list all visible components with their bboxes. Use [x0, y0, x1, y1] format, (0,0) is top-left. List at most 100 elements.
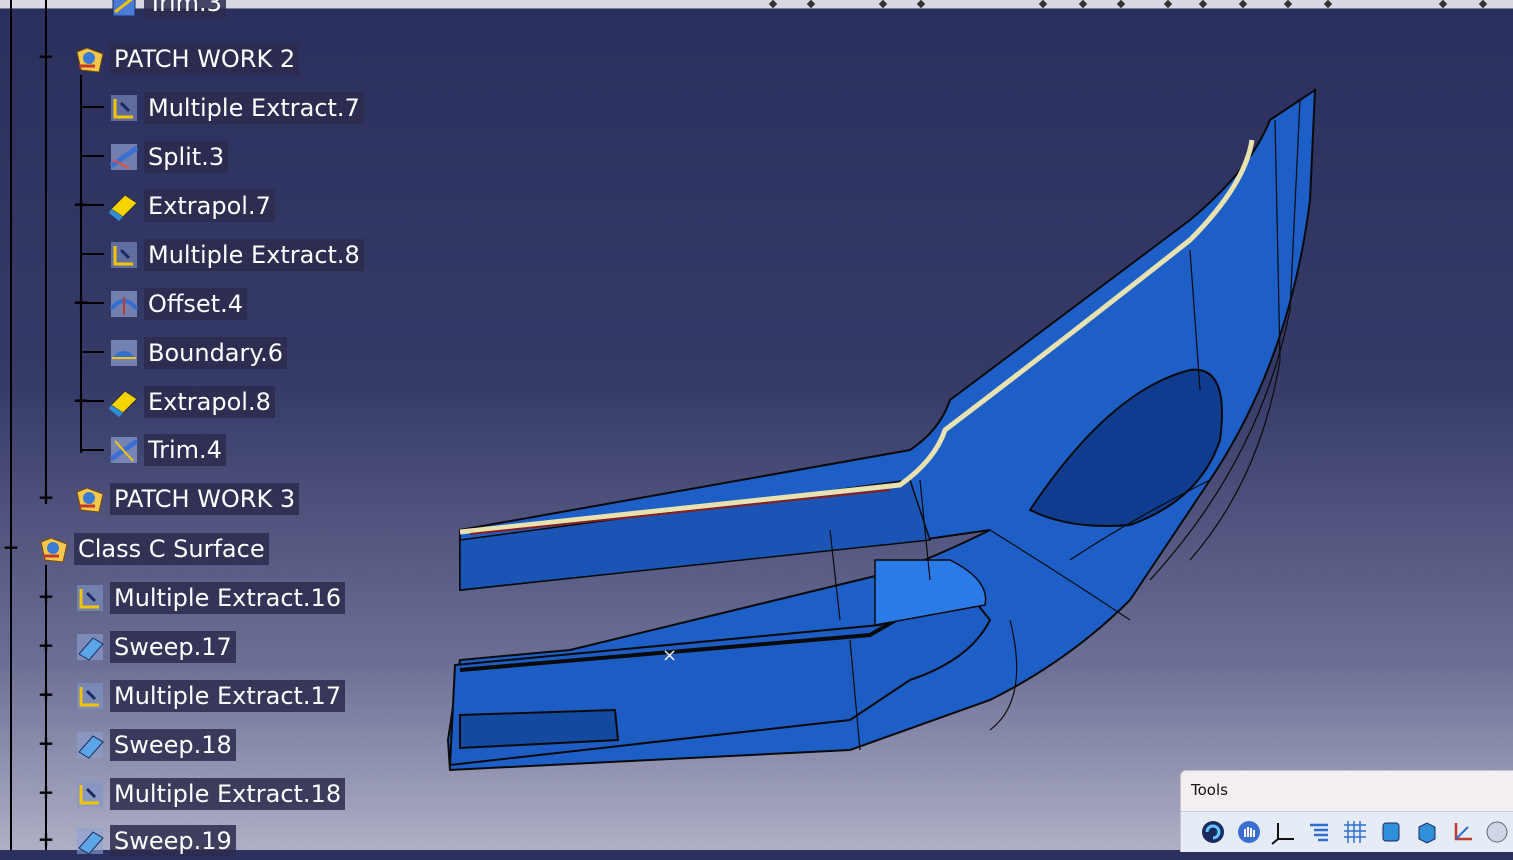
tree-connector	[80, 155, 104, 157]
toolbar-tick	[916, 0, 926, 9]
toolbar-tick	[768, 0, 778, 9]
tree-connector	[80, 253, 104, 255]
expand-icon[interactable]: +	[37, 487, 55, 507]
update-icon[interactable]	[1199, 818, 1227, 846]
tree-item-multiple-extract-7[interactable]: Multiple Extract.7	[104, 89, 364, 127]
expand-icon[interactable]: +	[72, 292, 90, 312]
expand-icon[interactable]: +	[37, 635, 55, 655]
multiple-extract-icon	[70, 579, 110, 617]
tree-item-patch-work-2[interactable]: PATCH WORK 2	[70, 40, 300, 78]
expand-icon[interactable]: +	[37, 586, 55, 606]
pan-hand-icon[interactable]	[1235, 818, 1263, 846]
surface-icon[interactable]	[1377, 818, 1405, 846]
tree-item-label: PATCH WORK 3	[110, 483, 300, 515]
tree-item-label: Multiple Extract.16	[110, 582, 346, 614]
boundary-icon	[104, 334, 144, 372]
tree-connector	[80, 351, 104, 353]
sweep-icon	[70, 726, 110, 764]
tree-item-label: Multiple Extract.8	[144, 239, 364, 271]
geometrical-set-icon	[70, 480, 110, 518]
tree-item-multiple-extract-17[interactable]: Multiple Extract.17	[70, 677, 346, 715]
offset-icon	[104, 285, 144, 323]
tree-item-boundary-6[interactable]: Boundary.6	[104, 334, 288, 372]
tree-item-label: Sweep.19	[110, 825, 236, 857]
extrapolate-icon	[104, 383, 144, 421]
snap-axis-icon[interactable]	[1449, 818, 1477, 846]
expand-icon[interactable]: +	[37, 684, 55, 704]
tree-view-icon[interactable]	[1305, 818, 1333, 846]
sweep-icon	[70, 822, 110, 860]
trim-icon	[104, 431, 144, 469]
tree-item-label: PATCH WORK 2	[110, 43, 300, 75]
multiple-extract-icon	[104, 236, 144, 274]
tree-item-label: Sweep.17	[110, 631, 236, 663]
tree-item-label: Class C Surface	[74, 533, 269, 565]
tree-item-extrapol-7[interactable]: Extrapol.7	[104, 187, 275, 225]
tree-item-multiple-extract-8[interactable]: Multiple Extract.8	[104, 236, 364, 274]
3d-viewport[interactable]	[430, 60, 1350, 780]
tree-item-trim-3[interactable]: Trim.3	[104, 0, 226, 22]
geometrical-set-icon	[34, 530, 74, 568]
solid-icon[interactable]	[1413, 818, 1441, 846]
tree-connector	[45, 0, 47, 500]
tree-item-label: Trim.3	[144, 0, 226, 19]
toolbar-tick	[806, 0, 816, 9]
bumper-surface-model[interactable]	[430, 60, 1350, 780]
collapse-icon[interactable]: −	[2, 537, 20, 557]
tree-item-patch-work-3[interactable]: PATCH WORK 3	[70, 480, 300, 518]
tree-item-label: Extrapol.8	[144, 386, 275, 418]
multiple-extract-icon	[104, 89, 144, 127]
expand-icon[interactable]: +	[37, 733, 55, 753]
tree-item-label: Trim.4	[144, 434, 226, 466]
tree-item-label: Extrapol.7	[144, 190, 275, 222]
collapse-icon[interactable]: −	[37, 46, 55, 66]
more-tools-icon[interactable]	[1483, 818, 1511, 846]
split-icon	[104, 138, 144, 176]
multiple-extract-icon	[70, 677, 110, 715]
toolbar-strip	[1181, 811, 1513, 852]
tree-item-label: Multiple Extract.17	[110, 680, 346, 712]
toolbar-tick	[1198, 0, 1208, 9]
tree-item-offset-4[interactable]: Offset.4	[104, 285, 248, 323]
tree-item-trim-4[interactable]: Trim.4	[104, 431, 226, 469]
tree-item-split-3[interactable]: Split.3	[104, 138, 229, 176]
expand-icon[interactable]: +	[72, 194, 90, 214]
toolbar-tick	[1283, 0, 1293, 9]
geometrical-set-icon	[70, 40, 110, 78]
tree-item-multiple-extract-16[interactable]: Multiple Extract.16	[70, 579, 346, 617]
specification-tree: − + + + + − + + + + + + Trim.3 PATCH WOR…	[0, 0, 440, 857]
toolbar-tick	[878, 0, 888, 9]
tree-item-label: Multiple Extract.18	[110, 778, 346, 810]
multiple-extract-icon	[70, 775, 110, 813]
tree-connector	[10, 0, 12, 850]
toolbar-title: Tools	[1191, 781, 1228, 799]
tree-item-sweep-18[interactable]: Sweep.18	[70, 726, 236, 764]
tree-item-extrapol-8[interactable]: Extrapol.8	[104, 383, 275, 421]
toolbar-tick	[1078, 0, 1088, 9]
tree-connector	[80, 449, 104, 451]
tree-item-multiple-extract-18[interactable]: Multiple Extract.18	[70, 775, 346, 813]
grid-icon[interactable]	[1341, 818, 1369, 846]
trim-icon	[104, 0, 144, 22]
expand-icon[interactable]: +	[72, 390, 90, 410]
toolbar-tick	[1238, 0, 1248, 9]
tree-item-label: Offset.4	[144, 288, 248, 320]
sweep-icon	[70, 628, 110, 666]
tree-item-label: Sweep.18	[110, 729, 236, 761]
tree-item-label: Boundary.6	[144, 337, 288, 369]
tools-toolbar[interactable]: Tools	[1180, 770, 1513, 852]
tree-item-class-c-surface[interactable]: Class C Surface	[34, 530, 269, 568]
tree-item-sweep-19[interactable]: Sweep.19	[70, 822, 236, 860]
expand-icon[interactable]: +	[37, 782, 55, 802]
axis-system-icon[interactable]	[1269, 818, 1297, 846]
tree-connector	[80, 106, 104, 108]
extrapolate-icon	[104, 187, 144, 225]
toolbar-tick	[1163, 0, 1173, 9]
tree-item-sweep-17[interactable]: Sweep.17	[70, 628, 236, 666]
tree-item-label: Split.3	[144, 141, 229, 173]
toolbar-tick	[1116, 0, 1126, 9]
toolbar-tick	[1478, 0, 1488, 9]
toolbar-tick	[1323, 0, 1333, 9]
expand-icon[interactable]: +	[37, 829, 55, 849]
cursor-marker-icon: ×	[662, 645, 678, 666]
